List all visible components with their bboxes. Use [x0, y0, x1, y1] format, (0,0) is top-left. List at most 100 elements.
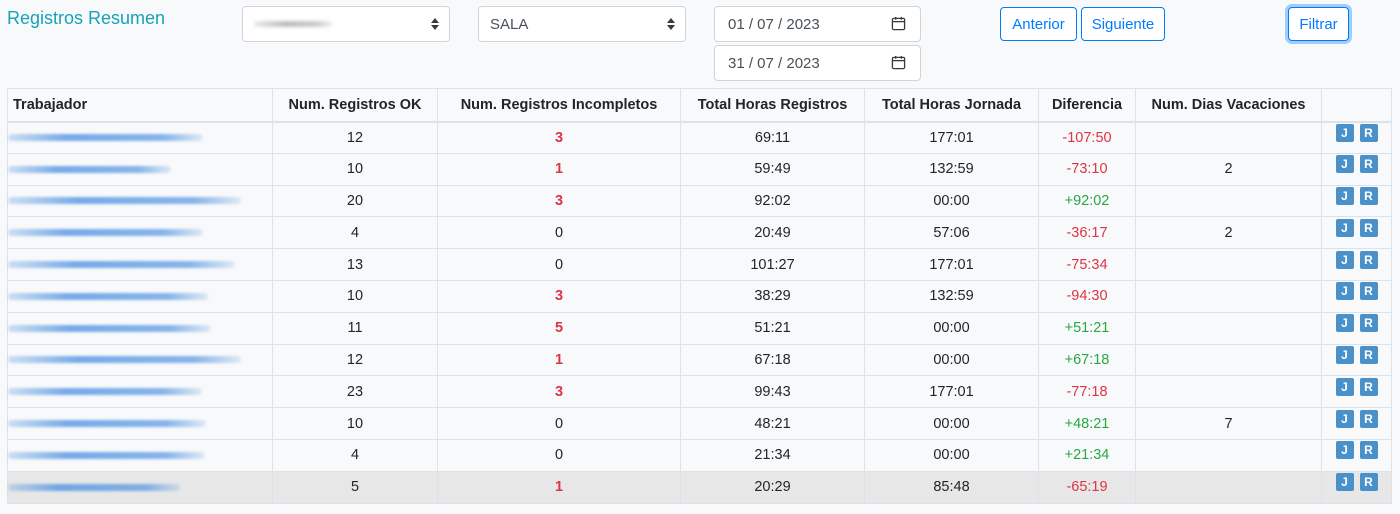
table-row: 12 1 67:18 00:00 +67:18 J R	[7, 343, 1392, 377]
area-select[interactable]: SALA	[478, 6, 686, 42]
jornada-button[interactable]: J	[1335, 473, 1354, 492]
registros-incompletos-cell: 0	[437, 248, 681, 281]
page-title: Registros Resumen	[7, 8, 166, 28]
total-horas-registros-cell: 99:43	[680, 375, 865, 409]
date-to-input[interactable]: 31 / 07 / 2023	[714, 45, 921, 81]
date-from-input[interactable]: 01 / 07 / 2023	[714, 6, 921, 42]
registros-button[interactable]: R	[1359, 377, 1378, 396]
header-total-horas-jornada[interactable]: Total Horas Jornada	[864, 88, 1039, 123]
registros-incompletos-cell: 0	[437, 407, 681, 440]
header-trabajador[interactable]: Trabajador	[7, 88, 273, 123]
registros-ok-cell: 20	[272, 184, 438, 218]
registros-ok-cell: 4	[272, 216, 438, 250]
calendar-icon[interactable]	[891, 55, 906, 70]
worker-name-cell	[7, 375, 273, 409]
jornada-button[interactable]: J	[1335, 345, 1354, 364]
jornada-button[interactable]: J	[1335, 186, 1354, 205]
total-horas-registros-cell: 92:02	[680, 184, 865, 218]
dias-vacaciones-cell	[1135, 470, 1322, 504]
worker-name-cell	[7, 407, 273, 440]
total-horas-jornada-cell: 177:01	[864, 375, 1039, 409]
jornada-button[interactable]: J	[1335, 155, 1354, 174]
worker-name-cell	[7, 438, 273, 472]
worker-select[interactable]	[242, 6, 450, 42]
worker-name-redacted	[8, 134, 203, 142]
actions-cell: JR	[1321, 470, 1392, 504]
registros-ok-cell: 5	[272, 470, 438, 504]
total-horas-registros-cell: 48:21	[680, 407, 865, 440]
registros-button[interactable]: R	[1359, 441, 1378, 460]
registros-ok-cell: 23	[272, 375, 438, 409]
worker-name-redacted	[8, 483, 180, 491]
worker-name-cell	[7, 216, 273, 250]
table-row: 11 5 51:21 00:00 +51:21 J R	[7, 311, 1392, 345]
registros-incompletos-cell: 3	[437, 375, 681, 409]
registros-button[interactable]: R	[1359, 155, 1378, 174]
jornada-button[interactable]: J	[1335, 409, 1354, 428]
header-diferencia[interactable]: Diferencia	[1038, 88, 1136, 123]
registros-button[interactable]: R	[1359, 282, 1378, 301]
registros-incompletos-cell: 1	[437, 152, 681, 186]
registros-button[interactable]: R	[1359, 186, 1378, 205]
header-dias-vacaciones[interactable]: Num. Dias Vacaciones	[1135, 88, 1322, 123]
total-horas-registros-cell: 101:27	[680, 248, 865, 281]
diferencia-cell: -65:19	[1038, 470, 1136, 504]
total-horas-jornada-cell: 00:00	[864, 438, 1039, 472]
calendar-icon[interactable]	[891, 16, 906, 31]
diferencia-cell: -73:10	[1038, 152, 1136, 186]
next-button[interactable]: Siguiente	[1081, 7, 1165, 41]
actions-cell: JR	[1321, 121, 1392, 154]
diferencia-cell: -75:34	[1038, 248, 1136, 281]
dias-vacaciones-cell	[1135, 343, 1322, 377]
filter-button[interactable]: Filtrar	[1288, 7, 1349, 41]
registros-button[interactable]: R	[1359, 218, 1378, 237]
dias-vacaciones-cell: 2	[1135, 152, 1322, 186]
actions-cell: JR	[1321, 438, 1392, 472]
table-row: 5 1 20:29 85:48 -65:19 J R	[7, 470, 1392, 504]
diferencia-cell: -36:17	[1038, 216, 1136, 250]
jornada-button[interactable]: J	[1335, 218, 1354, 237]
total-horas-jornada-cell: 177:01	[864, 121, 1039, 154]
table-row: 20 3 92:02 00:00 +92:02 J R	[7, 184, 1392, 218]
select-caret-icon	[667, 16, 675, 32]
total-horas-registros-cell: 59:49	[680, 152, 865, 186]
worker-name-redacted	[8, 388, 202, 396]
registros-ok-cell: 10	[272, 279, 438, 313]
dias-vacaciones-cell	[1135, 248, 1322, 281]
dias-vacaciones-cell: 7	[1135, 407, 1322, 440]
registros-button[interactable]: R	[1359, 314, 1378, 333]
registros-ok-cell: 10	[272, 407, 438, 440]
total-horas-jornada-cell: 00:00	[864, 407, 1039, 440]
jornada-button[interactable]: J	[1335, 314, 1354, 333]
registros-incompletos-cell: 3	[437, 184, 681, 218]
header-actions	[1321, 88, 1392, 123]
registros-button[interactable]: R	[1359, 473, 1378, 492]
registros-ok-cell: 13	[272, 248, 438, 281]
registros-button[interactable]: R	[1359, 250, 1378, 269]
select-caret-icon	[431, 16, 439, 32]
table-row: 4 0 20:49 57:06 -36:17 2 J R	[7, 216, 1392, 250]
header-registros-ok[interactable]: Num. Registros OK	[272, 88, 438, 123]
header-registros-incompletos[interactable]: Num. Registros Incompletos	[437, 88, 681, 123]
previous-button[interactable]: Anterior	[1000, 7, 1077, 41]
dias-vacaciones-cell	[1135, 121, 1322, 154]
jornada-button[interactable]: J	[1335, 250, 1354, 269]
actions-cell: JR	[1321, 248, 1392, 281]
registros-button[interactable]: R	[1359, 345, 1378, 364]
registros-incompletos-cell: 0	[437, 216, 681, 250]
registros-ok-cell: 12	[272, 343, 438, 377]
diferencia-cell: -77:18	[1038, 375, 1136, 409]
jornada-button[interactable]: J	[1335, 282, 1354, 301]
total-horas-registros-cell: 51:21	[680, 311, 865, 345]
worker-name-cell	[7, 343, 273, 377]
total-horas-registros-cell: 21:34	[680, 438, 865, 472]
diferencia-cell: -107:50	[1038, 121, 1136, 154]
jornada-button[interactable]: J	[1335, 123, 1354, 142]
registros-button[interactable]: R	[1359, 123, 1378, 142]
registros-button[interactable]: R	[1359, 409, 1378, 428]
dias-vacaciones-cell	[1135, 184, 1322, 218]
header-total-horas-registros[interactable]: Total Horas Registros	[680, 88, 865, 123]
jornada-button[interactable]: J	[1335, 441, 1354, 460]
registros-incompletos-cell: 3	[437, 279, 681, 313]
jornada-button[interactable]: J	[1335, 377, 1354, 396]
